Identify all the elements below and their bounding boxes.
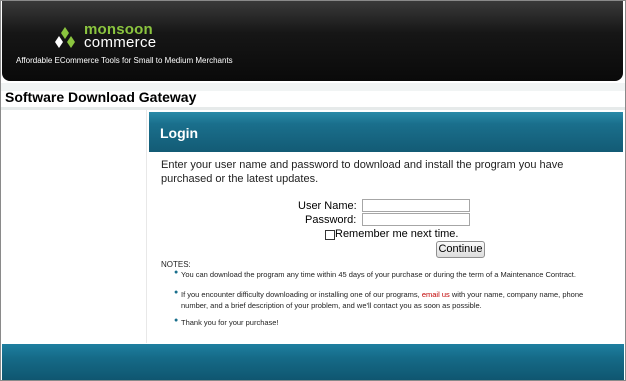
bullet-icon: ● bbox=[174, 317, 179, 324]
bullet-icon: ● bbox=[174, 289, 179, 296]
note-text: number, and a brief description of your … bbox=[181, 301, 482, 310]
login-instructions: Enter your user name and password to dow… bbox=[161, 159, 564, 185]
page-frame: monsoon commerce Affordable ECommerce To… bbox=[0, 0, 626, 381]
brand-tagline: Affordable ECommerce Tools for Small to … bbox=[16, 56, 233, 65]
site-footer bbox=[2, 344, 624, 380]
password-label: Password: bbox=[305, 214, 357, 226]
brand-name-commerce: commerce bbox=[84, 34, 157, 51]
login-header-bar: Login bbox=[149, 112, 623, 152]
notes-heading: NOTES: bbox=[161, 260, 191, 269]
page-title: Software Download Gateway bbox=[5, 89, 197, 105]
login-title: Login bbox=[160, 125, 199, 141]
monsoon-logo-icon bbox=[55, 27, 75, 48]
email-us-link[interactable]: email us bbox=[422, 290, 450, 299]
note-item: Thank you for your purchase! bbox=[181, 318, 279, 327]
note-text: If you encounter difficulty downloading … bbox=[181, 290, 422, 299]
username-label: User Name: bbox=[298, 200, 357, 212]
site-header: monsoon commerce Affordable ECommerce To… bbox=[2, 1, 623, 81]
note-text: with your name, company name, phone bbox=[449, 290, 584, 299]
password-input[interactable] bbox=[362, 213, 470, 226]
note-item: If you encounter difficulty downloading … bbox=[181, 289, 621, 311]
username-input[interactable] bbox=[362, 199, 470, 212]
note-item: You can download the program any time wi… bbox=[181, 270, 576, 279]
remember-me-checkbox[interactable] bbox=[325, 230, 335, 240]
left-sidebar bbox=[2, 110, 147, 343]
bullet-icon: ● bbox=[174, 269, 179, 276]
continue-button[interactable]: Continue bbox=[436, 241, 485, 258]
remember-me-label[interactable]: Remember me next time. bbox=[335, 228, 458, 240]
